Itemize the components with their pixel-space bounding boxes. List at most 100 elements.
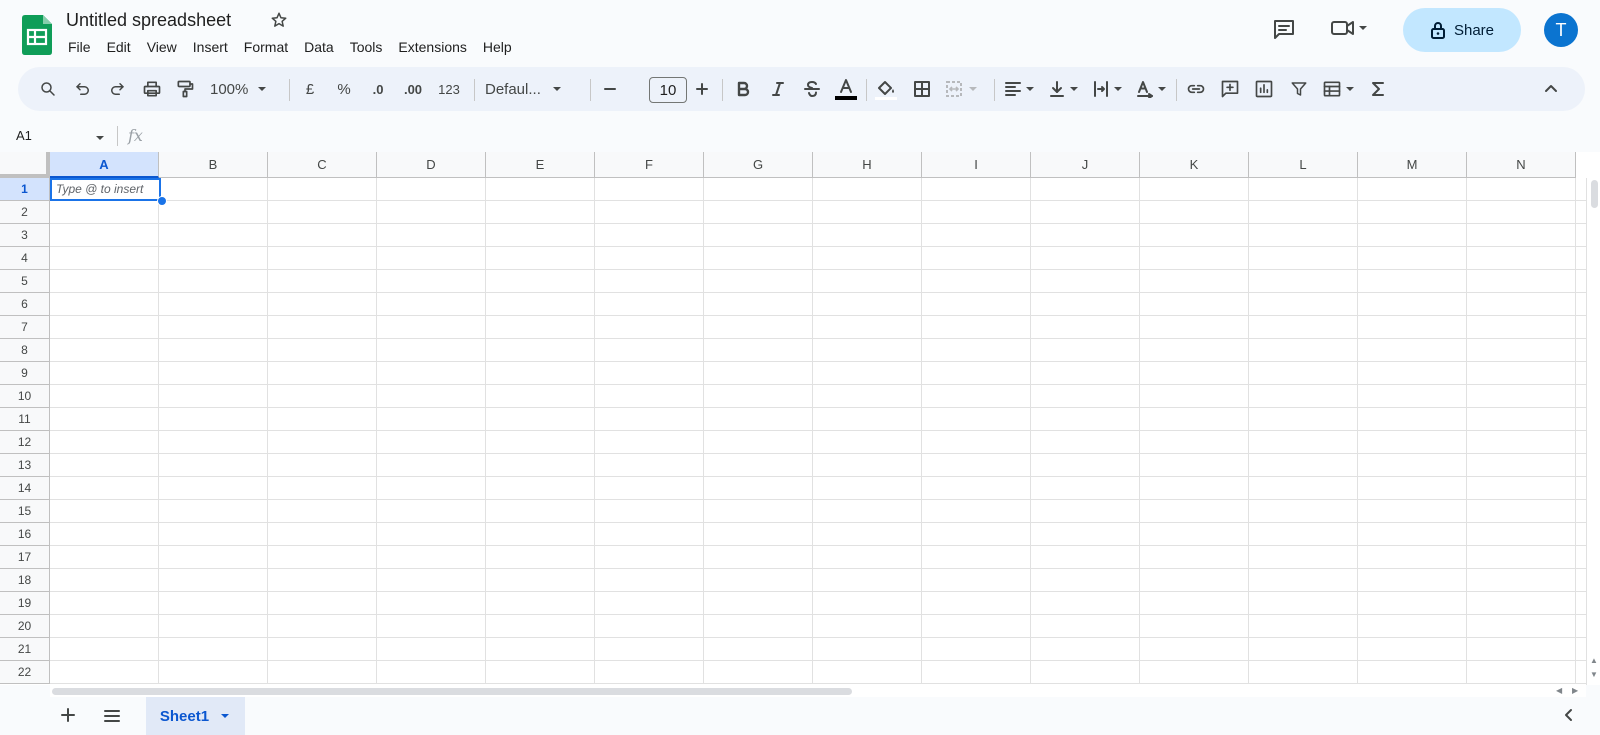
font-size-input[interactable]: 10 <box>649 77 687 103</box>
menu-file[interactable]: File <box>60 36 99 58</box>
fill-color-icon[interactable] <box>873 67 899 111</box>
insert-link-icon[interactable] <box>1184 67 1208 111</box>
vertical-scroll-thumb[interactable] <box>1591 180 1598 208</box>
italic-icon[interactable] <box>766 67 790 111</box>
row-header-10[interactable]: 10 <box>0 385 50 408</box>
row-header-8[interactable]: 8 <box>0 339 50 362</box>
search-icon[interactable] <box>36 67 60 111</box>
chevron-down-icon[interactable] <box>219 710 231 722</box>
column-header-k[interactable]: K <box>1140 152 1249 178</box>
menu-insert[interactable]: Insert <box>185 36 236 58</box>
row-header-7[interactable]: 7 <box>0 316 50 339</box>
functions-icon[interactable] <box>1366 67 1390 111</box>
chevron-up-icon[interactable] <box>1539 67 1563 111</box>
strikethrough-icon[interactable] <box>800 67 824 111</box>
vertical-align-button[interactable] <box>1044 67 1084 111</box>
row-header-1[interactable]: 1 <box>0 178 50 201</box>
decrease-decimal-button[interactable]: .0 <box>364 67 392 111</box>
all-sheets-icon[interactable] <box>102 706 122 731</box>
column-header-g[interactable]: G <box>704 152 813 178</box>
add-sheet-icon[interactable] <box>58 705 78 730</box>
column-header-d[interactable]: D <box>377 152 486 178</box>
increase-decimal-button[interactable]: .00 <box>398 67 428 111</box>
row-header-19[interactable]: 19 <box>0 592 50 615</box>
decrease-font-size-icon[interactable] <box>598 67 622 111</box>
horizontal-scroll-thumb[interactable] <box>52 688 852 695</box>
font-family-select[interactable]: Defaul... <box>485 67 573 111</box>
star-icon[interactable] <box>270 11 288 29</box>
currency-button[interactable]: £ <box>299 67 321 111</box>
row-header-9[interactable]: 9 <box>0 362 50 385</box>
menu-tools[interactable]: Tools <box>342 36 391 58</box>
print-icon[interactable] <box>140 67 164 111</box>
row-header-20[interactable]: 20 <box>0 615 50 638</box>
insert-comment-icon[interactable] <box>1218 67 1242 111</box>
menu-extensions[interactable]: Extensions <box>390 36 474 58</box>
row-header-22[interactable]: 22 <box>0 661 50 684</box>
row-header-14[interactable]: 14 <box>0 477 50 500</box>
meet-button[interactable] <box>1330 16 1370 40</box>
column-header-h[interactable]: H <box>813 152 922 178</box>
column-header-j[interactable]: J <box>1031 152 1140 178</box>
row-header-4[interactable]: 4 <box>0 247 50 270</box>
horizontal-scrollbar[interactable]: ◀ ▶ <box>50 683 1586 698</box>
scroll-up-icon[interactable]: ▲ <box>1590 656 1598 665</box>
google-sheets-logo[interactable] <box>22 15 52 55</box>
row-header-11[interactable]: 11 <box>0 408 50 431</box>
horizontal-align-button[interactable] <box>1000 67 1040 111</box>
paint-format-icon[interactable] <box>173 67 197 111</box>
row-header-2[interactable]: 2 <box>0 201 50 224</box>
formula-input[interactable] <box>155 122 1575 146</box>
row-header-6[interactable]: 6 <box>0 293 50 316</box>
menu-edit[interactable]: Edit <box>99 36 139 58</box>
merge-cells-button[interactable] <box>940 67 984 111</box>
row-header-18[interactable]: 18 <box>0 569 50 592</box>
bold-icon[interactable] <box>731 67 755 111</box>
row-header-5[interactable]: 5 <box>0 270 50 293</box>
spreadsheet-grid[interactable]: ABCDEFGHIJKLMN 1 2 3 4 5 6 7 8 9 10 11 12 13 14 15 16 17… <box>0 152 1600 685</box>
share-button[interactable]: Share <box>1403 8 1521 52</box>
fill-handle[interactable] <box>157 196 167 206</box>
number-format-button[interactable]: 123 <box>434 67 464 111</box>
borders-icon[interactable] <box>910 67 934 111</box>
redo-icon[interactable] <box>105 67 129 111</box>
row-header-13[interactable]: 13 <box>0 454 50 477</box>
sheet-tab-sheet1[interactable]: Sheet1 <box>146 697 245 735</box>
comment-icon[interactable] <box>1272 17 1296 41</box>
filter-icon[interactable] <box>1287 67 1311 111</box>
row-header-15[interactable]: 15 <box>0 500 50 523</box>
column-header-i[interactable]: I <box>922 152 1031 178</box>
menu-data[interactable]: Data <box>296 36 342 58</box>
text-wrapping-button[interactable] <box>1088 67 1128 111</box>
column-header-e[interactable]: E <box>486 152 595 178</box>
percent-button[interactable]: % <box>333 67 355 111</box>
scroll-down-icon[interactable]: ▼ <box>1590 670 1598 679</box>
undo-icon[interactable] <box>71 67 95 111</box>
column-header-b[interactable]: B <box>159 152 268 178</box>
insert-chart-icon[interactable] <box>1252 67 1276 111</box>
active-cell[interactable]: Type @ to insert <box>50 178 161 201</box>
row-header-17[interactable]: 17 <box>0 546 50 569</box>
scroll-right-icon[interactable]: ▶ <box>1572 686 1578 695</box>
filter-views-button[interactable] <box>1318 67 1360 111</box>
chevron-left-icon[interactable] <box>1562 708 1576 727</box>
select-all-corner[interactable] <box>0 152 50 178</box>
avatar[interactable]: T <box>1544 13 1578 47</box>
column-header-m[interactable]: M <box>1358 152 1467 178</box>
row-header-21[interactable]: 21 <box>0 638 50 661</box>
text-rotation-button[interactable] <box>1132 67 1172 111</box>
column-header-c[interactable]: C <box>268 152 377 178</box>
name-box[interactable]: A1 <box>16 128 32 143</box>
text-color-icon[interactable] <box>833 67 859 111</box>
document-title[interactable]: Untitled spreadsheet <box>66 9 231 31</box>
row-header-16[interactable]: 16 <box>0 523 50 546</box>
row-header-12[interactable]: 12 <box>0 431 50 454</box>
increase-font-size-icon[interactable] <box>690 67 714 111</box>
zoom-select[interactable]: 100% <box>210 67 278 111</box>
vertical-scrollbar[interactable]: ▲ ▼ <box>1586 178 1600 685</box>
column-header-a[interactable]: A <box>50 152 159 178</box>
chevron-down-icon[interactable] <box>94 131 106 149</box>
menu-help[interactable]: Help <box>475 36 520 58</box>
scroll-left-icon[interactable]: ◀ <box>1556 686 1562 695</box>
menu-format[interactable]: Format <box>236 36 296 58</box>
